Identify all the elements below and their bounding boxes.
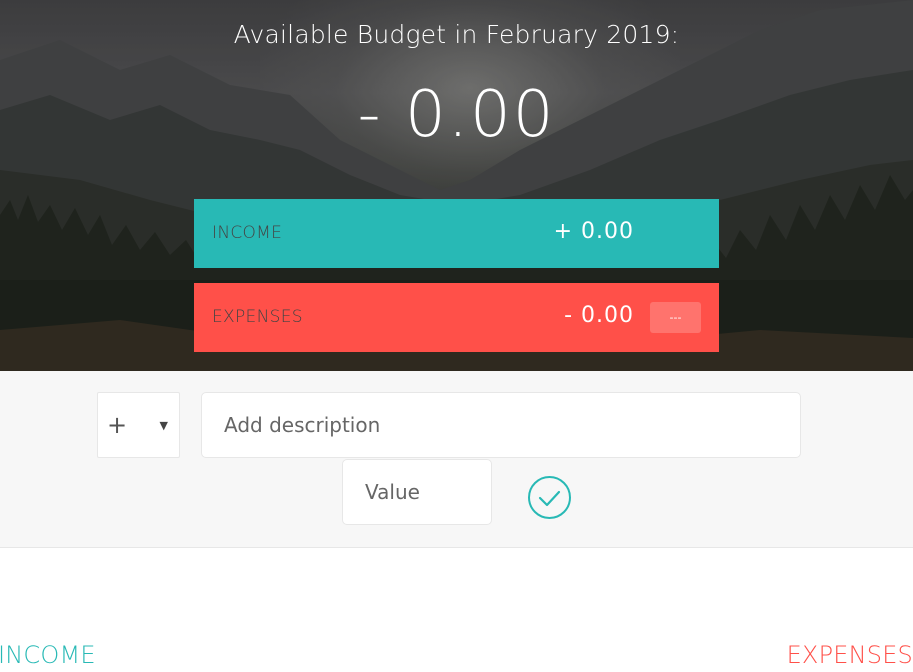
expenses-summary-value: - 0.00 [564, 303, 634, 328]
income-summary-value: + 0.00 [553, 219, 634, 244]
expenses-summary: EXPENSES - 0.00 --- [194, 283, 719, 352]
budget-value: - 0.00 [357, 78, 556, 152]
income-list-title: INCOME [0, 641, 96, 669]
description-input[interactable] [201, 392, 801, 458]
hero-banner: Available Budget in February 2019: - 0.0… [0, 0, 913, 371]
expenses-percentage-badge: --- [650, 302, 701, 333]
expenses-list-title: EXPENSES [786, 641, 913, 669]
type-select[interactable]: + ▼ [97, 392, 180, 458]
income-summary: INCOME + 0.00 [194, 199, 719, 268]
value-input[interactable] [342, 459, 492, 525]
add-item-button[interactable] [527, 475, 572, 520]
type-select-value: + [107, 411, 128, 439]
income-summary-label: INCOME [212, 223, 283, 243]
chevron-down-icon: ▼ [159, 419, 168, 432]
budget-title: Available Budget in February 2019: [233, 20, 680, 49]
add-item-bar: + ▼ [0, 371, 913, 548]
check-circle-icon [528, 476, 571, 519]
expenses-summary-label: EXPENSES [212, 307, 303, 327]
